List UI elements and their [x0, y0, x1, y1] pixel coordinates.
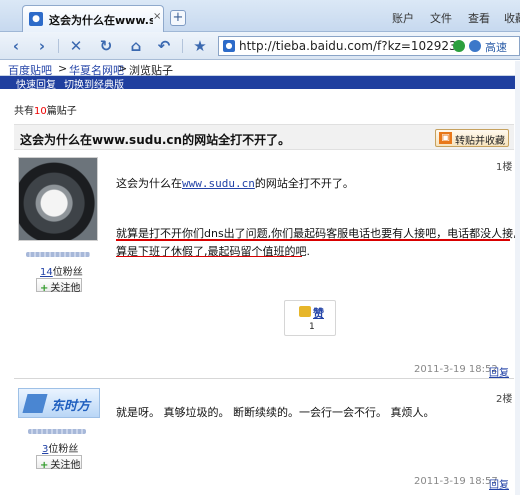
forward-icon[interactable]: ›: [32, 37, 52, 55]
floor-number: 2楼: [496, 394, 513, 405]
browser-nav-bar: ‹ › ✕ ↻ ⌂ ↶ ★ ● http://tieba.baidu.com/f…: [0, 32, 520, 60]
menu-file[interactable]: 文件: [430, 10, 452, 26]
avatar-text: 东时方: [51, 399, 91, 414]
repost-favorite-label: 转贴并收藏: [455, 136, 505, 147]
site-link[interactable]: www.sudu.cn: [182, 177, 255, 190]
avatar[interactable]: 东时方: [18, 388, 100, 418]
fans-count: 3位粉丝: [42, 440, 78, 455]
go-icon[interactable]: [469, 40, 481, 52]
scrollbar[interactable]: [515, 61, 520, 495]
username-blurred[interactable]: [26, 252, 90, 257]
post-count-prefix: 共有: [14, 106, 34, 117]
url-text[interactable]: http://tieba.baidu.com/f?kz=1029236062: [239, 39, 457, 53]
tab-title: 这会为什么在www.sudu...: [49, 14, 153, 27]
undo-icon[interactable]: ↶: [154, 37, 174, 55]
plus-icon: +: [40, 283, 49, 294]
divider: [58, 39, 59, 53]
close-icon[interactable]: ×: [153, 11, 163, 25]
red-underline: [116, 256, 302, 257]
home-icon[interactable]: ⌂: [126, 37, 146, 55]
address-bar[interactable]: ● http://tieba.baidu.com/f?kz=1029236062…: [218, 36, 520, 56]
post-time: 2011-3-19 18:52: [414, 364, 498, 375]
post-text: 这会为什么在: [116, 177, 182, 190]
post-meta: 2011-3-19 18:52: [414, 364, 498, 375]
post-body-line: 就是呀。 真够垃圾的。 断断续续的。一会行一会不行。 真烦人。: [116, 406, 435, 419]
fans-count: 14位粉丝: [40, 263, 83, 278]
baidu-paw-icon: ●: [29, 12, 43, 26]
reply-link[interactable]: 回复: [489, 480, 509, 491]
post-time: 2011-3-19 18:57: [414, 476, 498, 487]
back-icon[interactable]: ‹: [6, 37, 26, 55]
bookmark-icon: ▣: [439, 132, 452, 144]
quick-bar: 快速回复 切换到经典版: [0, 76, 520, 91]
red-underline: [116, 239, 510, 241]
follow-button[interactable]: + 关注他: [36, 455, 82, 471]
new-tab-button[interactable]: +: [170, 10, 186, 26]
follow-label: 关注他: [50, 460, 81, 471]
browser-tab-bar: ● 这会为什么在www.sudu... × + 账户 文件 查看 收藏: [0, 0, 520, 32]
post-body-line: 这会为什么在www.sudu.cn的网站全打不开了。: [116, 175, 354, 191]
breadcrumb: 百度贴吧 > 华夏名网吧 > 浏览贴子: [0, 61, 520, 77]
breadcrumb-separator: >: [58, 62, 68, 75]
menu-view[interactable]: 查看: [468, 10, 490, 26]
thumbs-up-icon: [299, 306, 311, 317]
post-count-number: 10: [34, 106, 47, 117]
refresh-icon[interactable]: ↻: [96, 37, 116, 55]
like-button[interactable]: 赞 1: [284, 300, 336, 336]
like-label: 赞: [313, 307, 324, 320]
quick-reply-link[interactable]: 快速回复: [16, 76, 56, 91]
avatar[interactable]: [18, 157, 98, 241]
post-count: 共有10篇贴子: [14, 102, 77, 117]
floor-number: 1楼: [496, 162, 513, 173]
fans-number-link[interactable]: 14: [40, 267, 53, 278]
stop-icon[interactable]: ✕: [66, 37, 86, 55]
security-icon[interactable]: [453, 40, 465, 52]
logo-mark-icon: [22, 394, 48, 413]
menu-favorites[interactable]: 收藏: [504, 10, 520, 26]
plus-icon: +: [40, 460, 49, 471]
follow-button[interactable]: + 关注他: [36, 278, 82, 294]
switch-classic-link[interactable]: 切换到经典版: [64, 76, 124, 91]
follow-label: 关注他: [50, 283, 81, 294]
repost-favorite-button[interactable]: ▣ 转贴并收藏: [435, 129, 509, 147]
browser-tab[interactable]: ● 这会为什么在www.sudu... ×: [22, 5, 164, 32]
thread-title-bar: 这会为什么在www.sudu.cn的网站全打不开了。 ▣ 转贴并收藏: [14, 124, 514, 150]
divider: [182, 39, 183, 53]
post-count-suffix: 篇贴子: [46, 106, 77, 117]
post-meta: 2011-3-19 18:57: [414, 476, 498, 487]
favorite-star-icon[interactable]: ★: [190, 37, 210, 55]
thread-title: 这会为什么在www.sudu.cn的网站全打不开了。: [20, 133, 291, 147]
baidu-paw-icon: ●: [223, 40, 235, 52]
fans-label: 位粉丝: [48, 444, 79, 455]
post-text: 的网站全打不开了。: [254, 177, 354, 190]
breadcrumb-separator: >: [118, 62, 128, 75]
speed-mode-label[interactable]: 高速: [485, 39, 507, 55]
username-blurred[interactable]: [28, 429, 86, 434]
like-count: 1: [309, 322, 315, 332]
menu-account[interactable]: 账户: [392, 10, 414, 26]
fans-label: 位粉丝: [52, 267, 83, 278]
post-divider: [14, 378, 514, 379]
